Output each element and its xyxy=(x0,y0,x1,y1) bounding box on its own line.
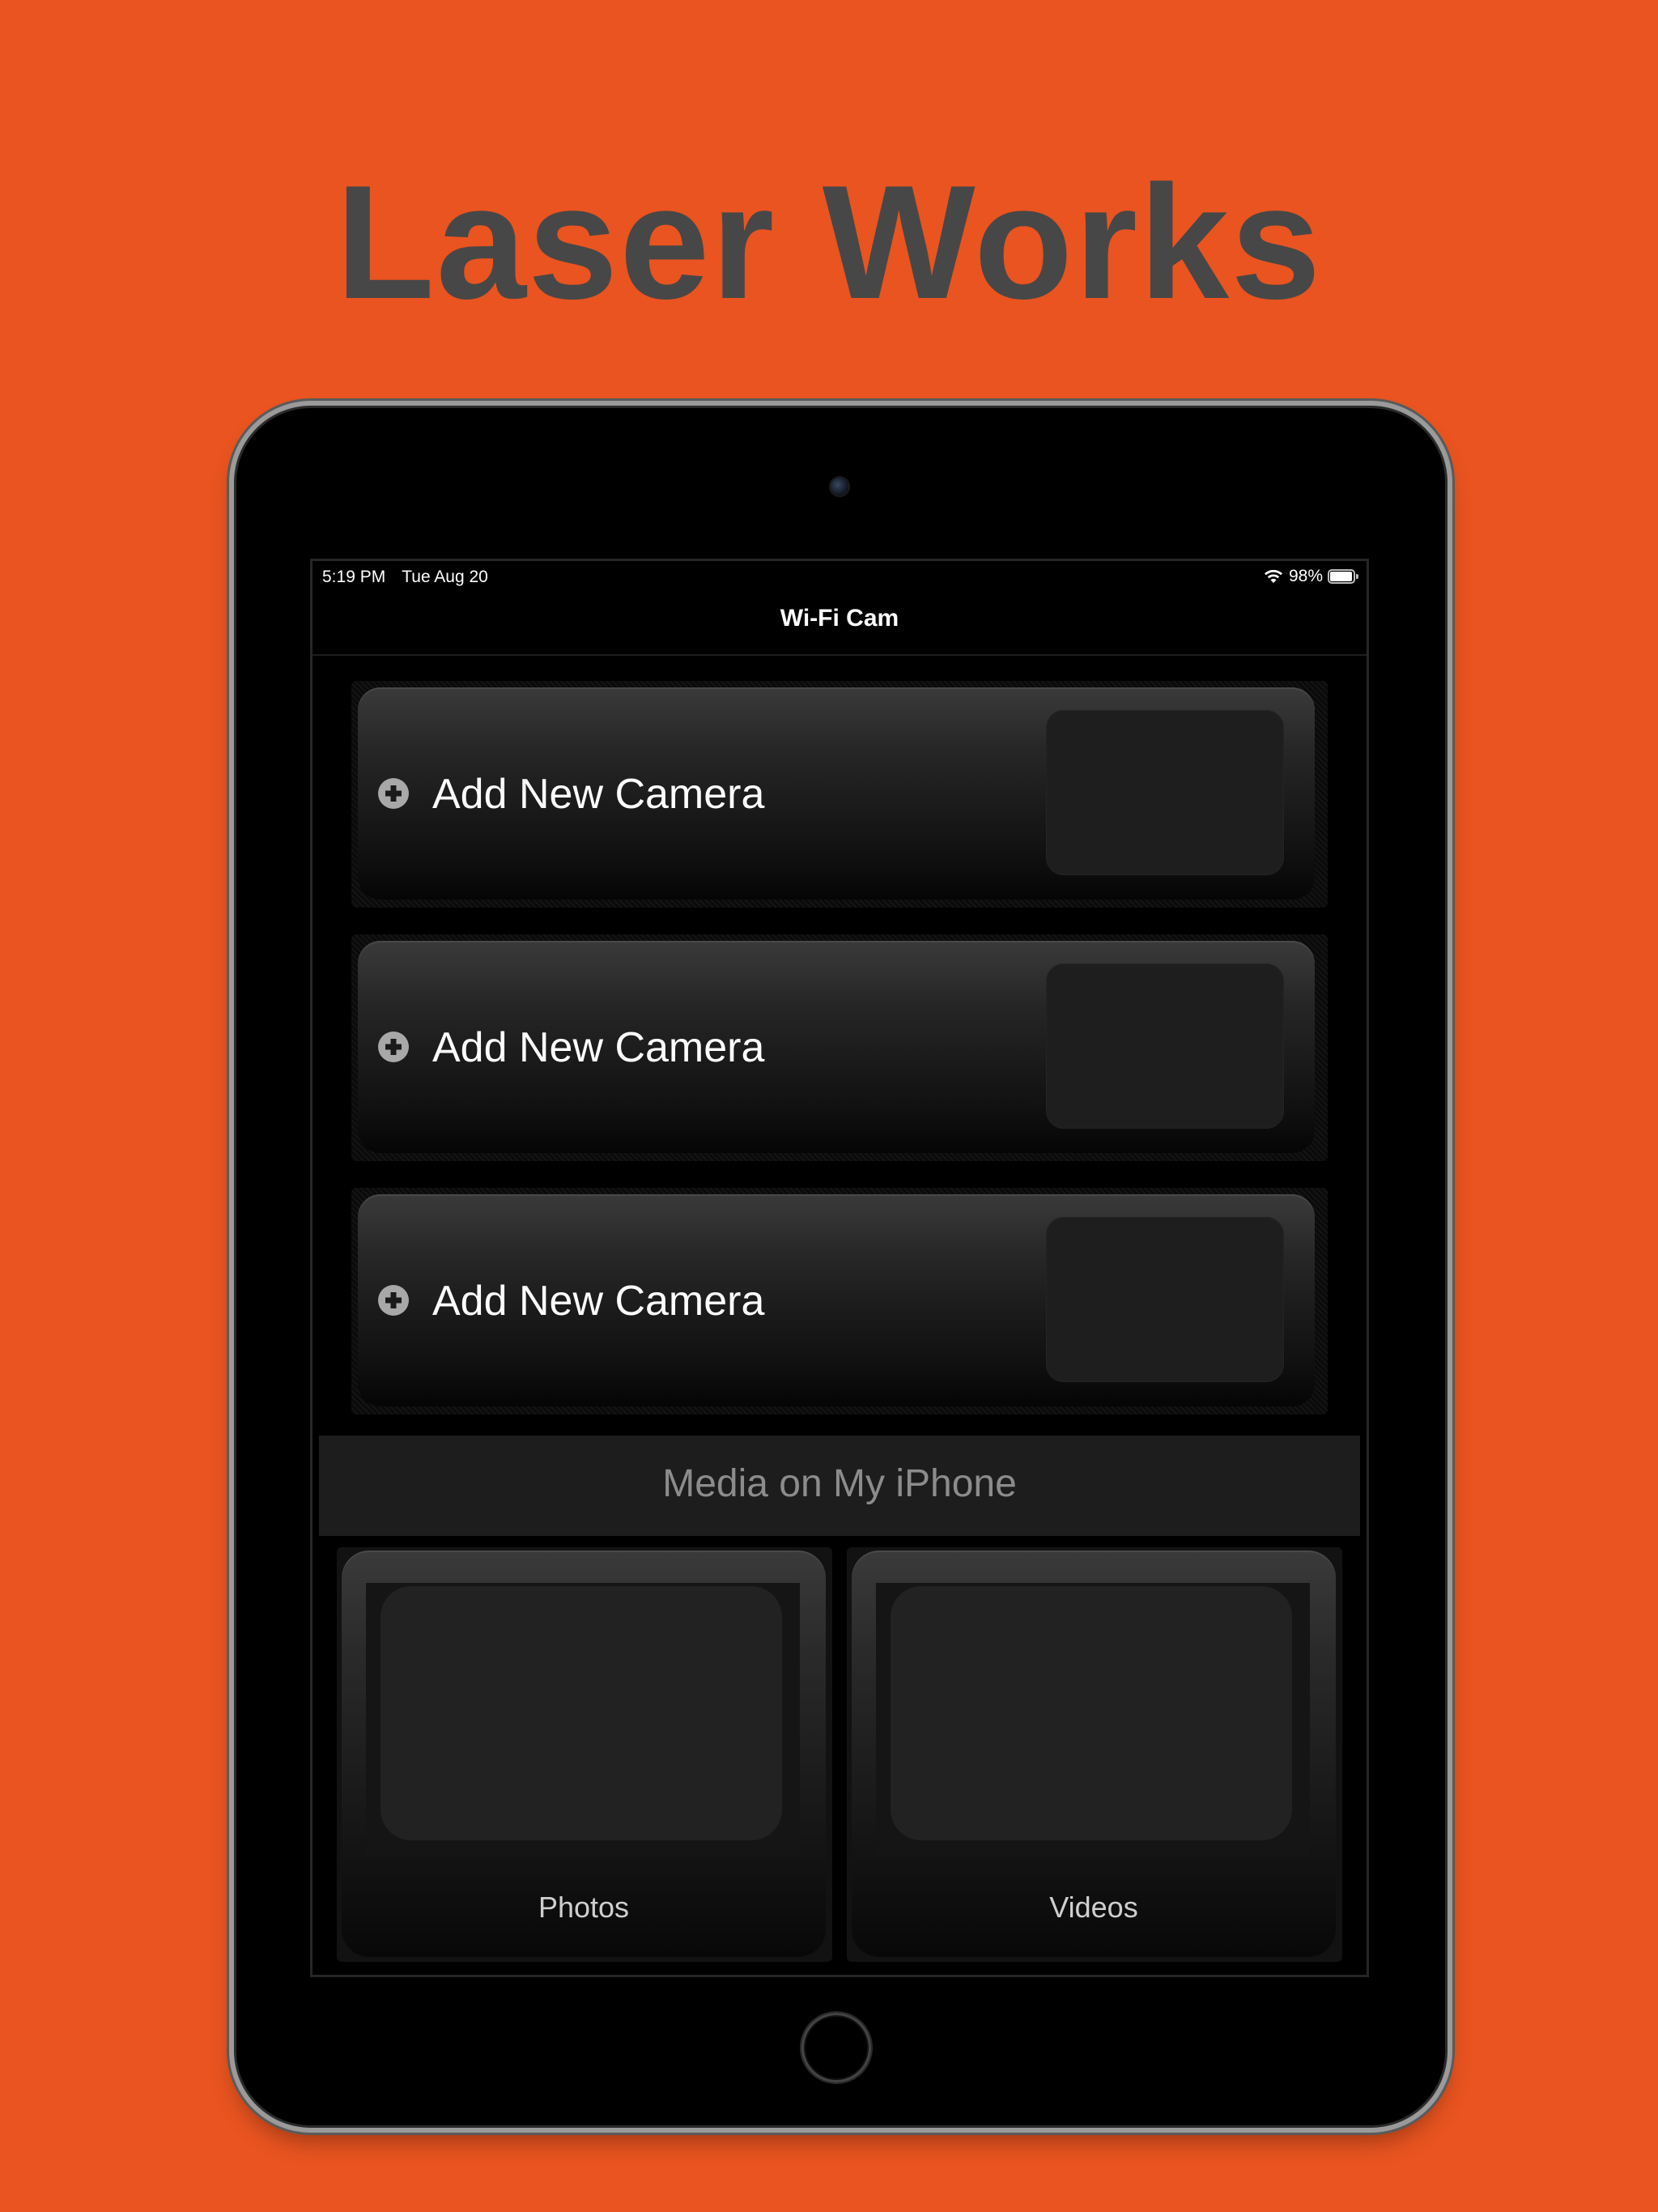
videos-thumbnail-frame xyxy=(876,1583,1310,1857)
photos-thumbnail-frame xyxy=(366,1583,800,1857)
media-section-title: Media on My iPhone xyxy=(662,1462,1017,1505)
battery-percent: 98% xyxy=(1288,567,1323,585)
battery-icon xyxy=(1328,569,1358,584)
wifi-icon xyxy=(1264,569,1282,583)
promo-title: Laser Works xyxy=(335,152,1323,333)
status-date: Tue Aug 20 xyxy=(402,568,488,586)
add-camera-label: Add New Camera xyxy=(432,771,765,818)
app-screen: 5:19 PM Tue Aug 20 98% Wi-Fi Cam Add New… xyxy=(310,559,1369,1977)
videos-button[interactable]: Videos xyxy=(852,1551,1336,1957)
add-camera-button-3[interactable]: Add New Camera xyxy=(358,1194,1315,1406)
media-slot-photos: Photos xyxy=(337,1547,832,1962)
add-camera-label: Add New Camera xyxy=(432,1278,765,1325)
add-camera-button-1[interactable]: Add New Camera xyxy=(358,687,1315,900)
media-section-header: Media on My iPhone xyxy=(319,1436,1360,1536)
add-camera-label: Add New Camera xyxy=(432,1024,765,1071)
add-circle-icon xyxy=(378,1285,409,1316)
camera-thumbnail-placeholder xyxy=(1046,710,1284,875)
status-time: 5:19 PM xyxy=(322,568,386,586)
status-bar: 5:19 PM Tue Aug 20 98% xyxy=(312,561,1367,593)
navigation-bar: Wi-Fi Cam xyxy=(312,593,1367,656)
add-circle-icon xyxy=(378,778,409,809)
photos-label: Photos xyxy=(538,1891,630,1924)
camera-slot-1: Add New Camera xyxy=(351,681,1328,908)
ipad-device-frame: 5:19 PM Tue Aug 20 98% Wi-Fi Cam Add New… xyxy=(236,408,1445,2125)
add-camera-button-2[interactable]: Add New Camera xyxy=(358,941,1315,1153)
media-slot-videos: Videos xyxy=(847,1547,1342,1962)
camera-thumbnail-placeholder xyxy=(1046,963,1284,1129)
front-camera-icon xyxy=(831,478,848,496)
home-button[interactable] xyxy=(801,2013,871,2082)
battery-level-fill xyxy=(1330,572,1352,581)
camera-slot-3: Add New Camera xyxy=(351,1188,1328,1414)
photos-button[interactable]: Photos xyxy=(342,1551,826,1957)
videos-thumbnail-placeholder xyxy=(891,1586,1292,1840)
camera-slot-2: Add New Camera xyxy=(351,934,1328,1161)
videos-label: Videos xyxy=(1049,1891,1138,1924)
photos-thumbnail-placeholder xyxy=(380,1586,782,1840)
add-circle-icon xyxy=(378,1032,409,1062)
nav-title: Wi-Fi Cam xyxy=(780,605,899,632)
camera-thumbnail-placeholder xyxy=(1046,1217,1284,1382)
